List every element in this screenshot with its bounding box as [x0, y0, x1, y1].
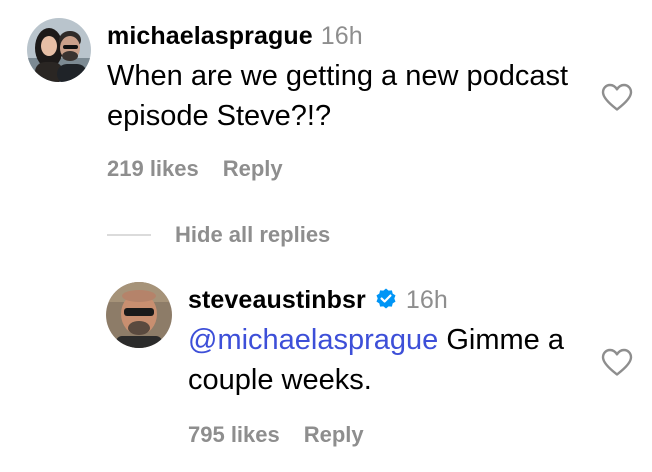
- comment-text: When are we getting a new podcast episod…: [107, 60, 569, 132]
- likes-count[interactable]: 219 likes: [107, 156, 199, 181]
- reply-text: @michaelasprague Gimme a couple weeks.: [188, 320, 588, 400]
- comment-timestamp[interactable]: 16h: [321, 22, 363, 50]
- like-comment-button[interactable]: [600, 82, 634, 112]
- commenter-avatar[interactable]: [27, 18, 91, 82]
- replies-divider-line: [107, 234, 151, 236]
- hide-replies-label: Hide all replies: [175, 222, 331, 247]
- reply-meta: 795 likes Reply: [188, 422, 364, 448]
- reply-avatar[interactable]: [106, 282, 172, 348]
- heart-outline-icon: [601, 83, 633, 111]
- commenter-username[interactable]: michaelasprague: [107, 22, 313, 50]
- reply-likes-count[interactable]: 795 likes: [188, 422, 280, 447]
- avatar-couple-image: [27, 18, 91, 82]
- comment-header: michaelasprague 16h: [107, 22, 363, 51]
- reply-button[interactable]: Reply: [223, 156, 283, 181]
- user-mention-link[interactable]: @michaelasprague: [188, 324, 438, 356]
- reply-button[interactable]: Reply: [304, 422, 364, 447]
- reply-username[interactable]: steveaustinbsr: [188, 286, 366, 314]
- verified-badge-icon: [374, 287, 398, 311]
- hide-replies-toggle[interactable]: Hide all replies: [107, 222, 330, 248]
- comment-meta: 219 likes Reply: [107, 156, 283, 182]
- avatar-man-sunglasses-image: [106, 282, 172, 348]
- reply-timestamp[interactable]: 16h: [406, 286, 448, 314]
- like-reply-button[interactable]: [600, 347, 634, 377]
- heart-outline-icon: [601, 348, 633, 376]
- reply-header: steveaustinbsr 16h: [188, 286, 448, 315]
